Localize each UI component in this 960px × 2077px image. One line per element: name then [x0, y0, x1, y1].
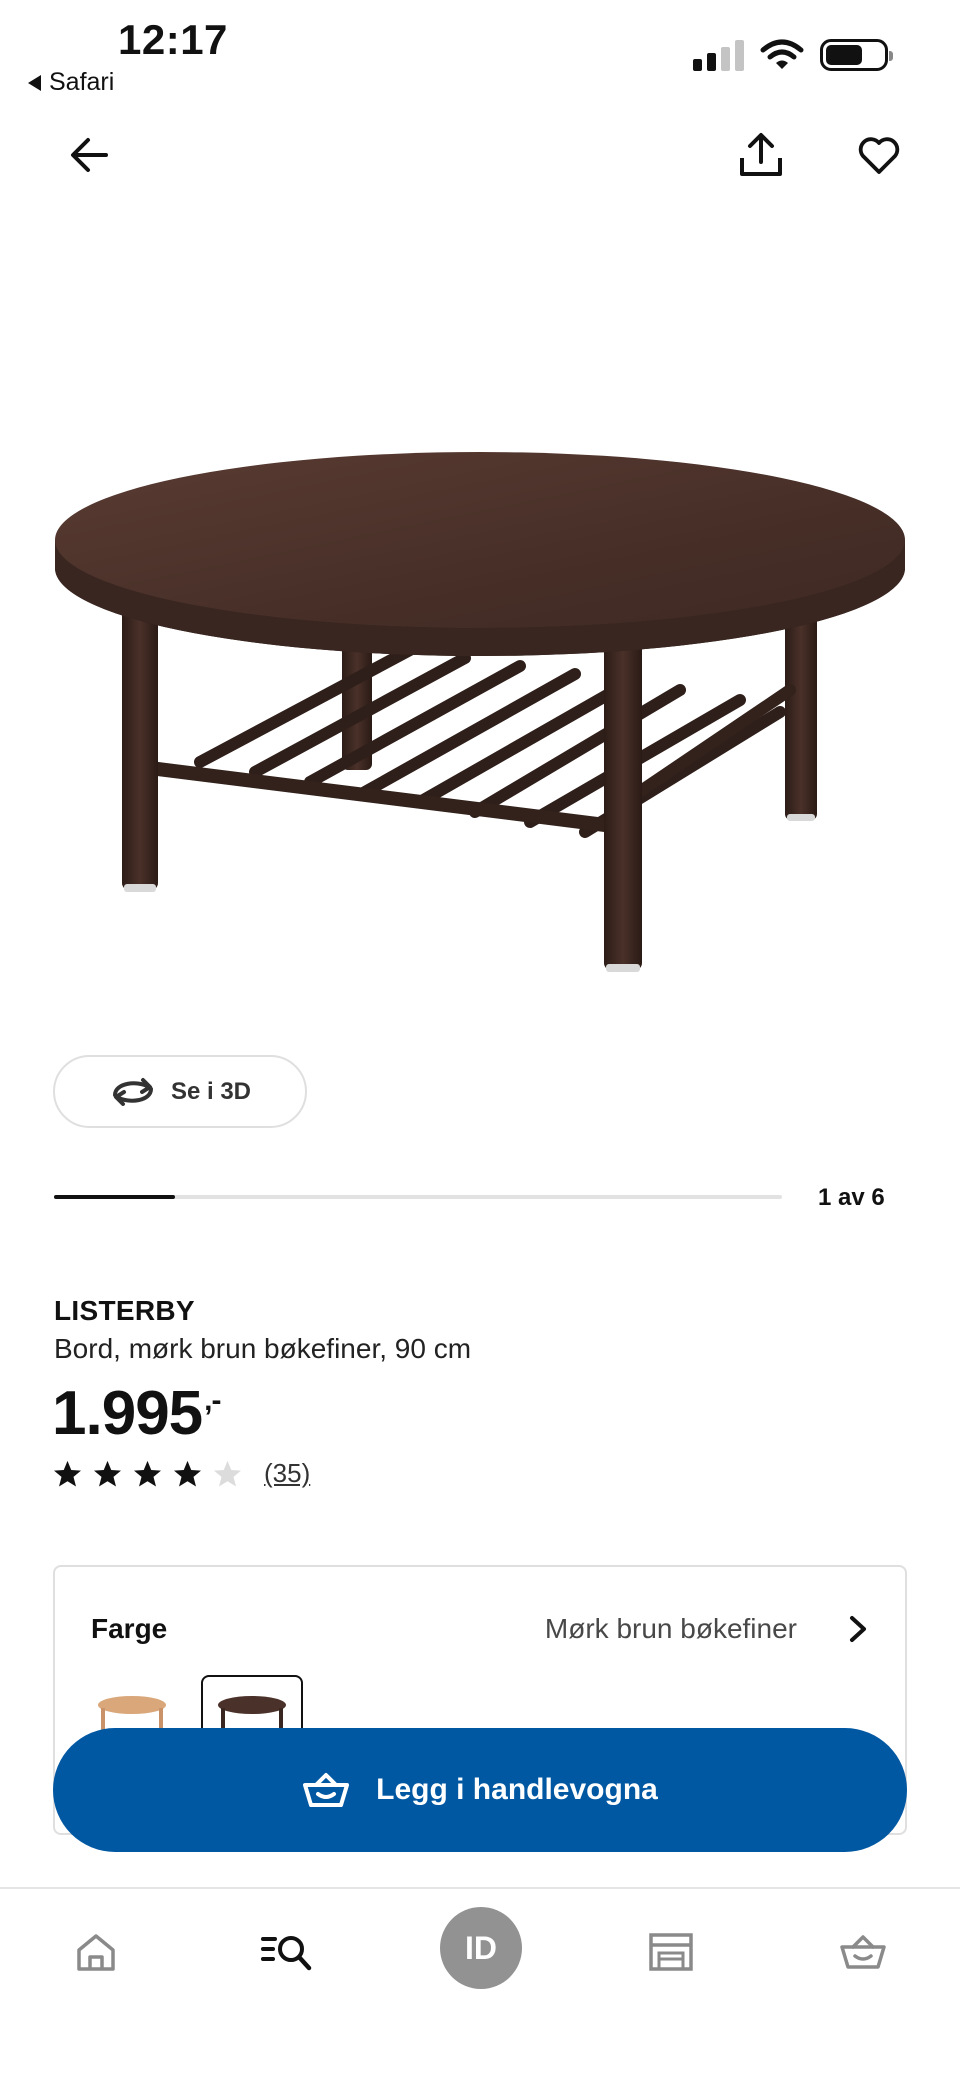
back-triangle-icon: [28, 74, 41, 91]
search-list-icon: [261, 1936, 312, 1971]
star-filled-icon: [134, 1460, 161, 1486]
add-to-cart-button[interactable]: Legg i handlevogna: [53, 1728, 907, 1852]
star-filled-icon: [94, 1460, 121, 1486]
product-brand: LISTERBY: [54, 1295, 195, 1326]
home-icon: [77, 1934, 115, 1971]
color-value: Mørk brun bøkefiner: [544, 1613, 797, 1644]
review-count[interactable]: (35): [264, 1458, 310, 1489]
chevron-right-icon[interactable]: [843, 1613, 873, 1645]
status-time: 12:17: [118, 16, 228, 63]
carousel-progress[interactable]: [54, 1195, 782, 1199]
tab-id-label: ID: [465, 1929, 497, 1966]
carousel-progress-fill: [54, 1195, 176, 1199]
tab-search[interactable]: [252, 1917, 322, 1987]
share-icon[interactable]: [736, 130, 786, 180]
arrow-left-icon[interactable]: [66, 132, 112, 178]
bottom-tab-bar: ID: [0, 1887, 960, 2077]
top-nav: [0, 120, 960, 190]
tab-home[interactable]: [61, 1917, 131, 1987]
rotate-3d-icon: [112, 1077, 153, 1106]
heart-icon[interactable]: [856, 132, 902, 178]
view-in-3d-label: Se i 3D: [170, 1077, 252, 1105]
color-label: Farge: [91, 1613, 168, 1644]
tab-cart[interactable]: [828, 1917, 898, 1987]
battery-icon: [820, 39, 893, 71]
basket-icon: [303, 1773, 350, 1807]
product-price: 1.995 ,-: [52, 1378, 222, 1449]
back-app-label: Safari: [49, 68, 115, 96]
price-amount: 1.995: [52, 1379, 203, 1448]
store-icon: [649, 1933, 693, 1971]
product-description: Bord, mørk brun bøkefiner, 90 cm: [54, 1333, 472, 1364]
price-suffix: ,-: [204, 1384, 221, 1417]
add-to-cart-label: Legg i handlevogna: [376, 1773, 658, 1806]
wifi-icon: [760, 39, 804, 69]
star-filled-icon: [54, 1460, 81, 1486]
basket-icon: [840, 1935, 886, 1969]
product-image[interactable]: [40, 400, 920, 1000]
tab-id[interactable]: ID: [440, 1907, 522, 1989]
star-empty-icon: [214, 1460, 241, 1486]
status-bar: 12:17 Safari: [0, 0, 960, 100]
system-icons: [693, 38, 893, 72]
back-to-safari[interactable]: Safari: [28, 68, 114, 97]
cellular-signal-icon: [693, 39, 744, 71]
tab-store[interactable]: [636, 1917, 706, 1987]
rating[interactable]: (35): [52, 1458, 310, 1489]
star-filled-icon: [174, 1460, 201, 1486]
view-in-3d-button[interactable]: Se i 3D: [53, 1055, 307, 1128]
carousel-counter: 1 av 6: [818, 1184, 885, 1211]
